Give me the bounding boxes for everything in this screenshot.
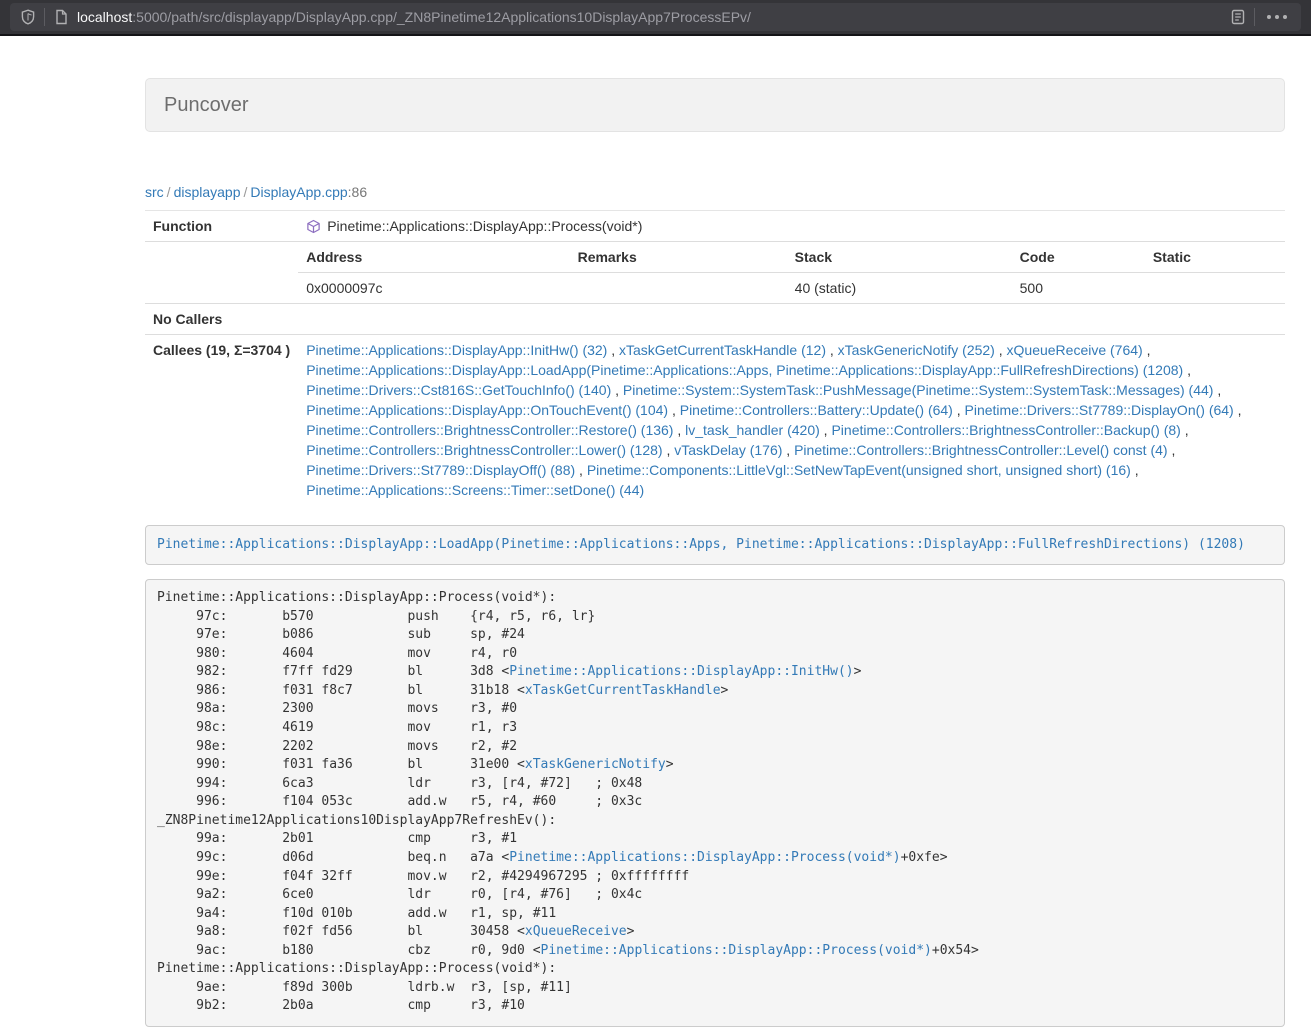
callee-link[interactable]: lv_task_handler (420) [685, 422, 820, 438]
page-container: Puncover src/displayapp/DisplayApp.cpp:8… [145, 78, 1285, 1027]
callee-link[interactable]: Pinetime::Controllers::BrightnessControl… [306, 422, 673, 438]
callee-separator: , [826, 342, 838, 358]
reader-mode-icon[interactable] [1230, 9, 1246, 25]
asm-symbol-link[interactable]: xTaskGetCurrentTaskHandle [525, 683, 721, 698]
loadapp-symbol-link[interactable]: Pinetime::Applications::DisplayApp::Load… [157, 537, 1245, 552]
col-header-address: Address [298, 242, 569, 273]
stack-value: 40 (static) [787, 273, 1012, 304]
breadcrumb-separator: / [164, 184, 174, 200]
callee-separator: , [663, 442, 675, 458]
callee-separator: , [1143, 342, 1151, 358]
callee-link[interactable]: Pinetime::Drivers::Cst816S::GetTouchInfo… [306, 382, 611, 398]
page-title: Puncover [164, 92, 1266, 118]
url-path: :5000/path/src/displayapp/DisplayApp.cpp… [132, 9, 751, 25]
metrics-header-row: Address Remarks Stack Code Static [298, 242, 1285, 273]
function-info-table: Function Pinetime::Applications::Display… [145, 211, 1285, 505]
url-input[interactable]: localhost:5000/path/src/displayapp/Displ… [77, 9, 1222, 25]
no-callers-label: No Callers [145, 304, 298, 335]
callee-separator: , [820, 422, 832, 438]
callee-link[interactable]: vTaskDelay (176) [674, 442, 782, 458]
page-actions-divider [1254, 8, 1255, 26]
urlbar-divider [44, 8, 45, 26]
asm-symbol-link[interactable]: Pinetime::Applications::DisplayApp::Init… [509, 664, 853, 679]
callee-link[interactable]: xQueueReceive (764) [1007, 342, 1143, 358]
col-header-static: Static [1145, 242, 1285, 273]
callee-separator: , [995, 342, 1007, 358]
breadcrumb: src/displayapp/DisplayApp.cpp:86 [145, 182, 1285, 202]
breadcrumb-separator: / [241, 184, 251, 200]
more-menu-icon[interactable] [1263, 15, 1291, 19]
breadcrumb-link-src[interactable]: src [145, 184, 164, 200]
breadcrumb-link-file[interactable]: DisplayApp.cpp [250, 184, 347, 200]
callee-link[interactable]: Pinetime::Components::LittleVgl::SetNewT… [587, 462, 1131, 478]
callee-link[interactable]: Pinetime::Drivers::St7789::DisplayOff() … [306, 462, 575, 478]
callee-separator: , [607, 342, 619, 358]
asm-symbol-link[interactable]: Pinetime::Applications::DisplayApp::Proc… [509, 850, 900, 865]
metrics-value-row: 0x0000097c 40 (static) 500 [298, 273, 1285, 304]
shield-icon[interactable] [20, 9, 36, 25]
callee-separator: , [673, 422, 685, 438]
callee-link[interactable]: xTaskGetCurrentTaskHandle (12) [619, 342, 826, 358]
callee-link[interactable]: Pinetime::Controllers::BrightnessControl… [794, 442, 1167, 458]
callee-separator: , [782, 442, 794, 458]
callee-separator: , [1131, 462, 1139, 478]
callee-separator: , [611, 382, 623, 398]
remarks-value [570, 273, 787, 304]
callee-link[interactable]: Pinetime::Applications::Screens::Timer::… [306, 482, 644, 498]
breadcrumb-line-number: :86 [348, 184, 367, 200]
callee-link[interactable]: Pinetime::Applications::DisplayApp::Init… [306, 342, 607, 358]
app-header-panel: Puncover [145, 78, 1285, 132]
page-icon[interactable] [53, 9, 69, 25]
highlighted-symbol-snippet: Pinetime::Applications::DisplayApp::Load… [145, 525, 1285, 565]
callees-label: Callees (19, Σ=3704 ) [145, 335, 298, 506]
callee-link[interactable]: Pinetime::Controllers::BrightnessControl… [306, 442, 662, 458]
callee-link[interactable]: Pinetime::Drivers::St7789::DisplayOn() (… [965, 402, 1234, 418]
asm-symbol-link[interactable]: xQueueReceive [525, 924, 627, 939]
callee-separator: , [575, 462, 587, 478]
callee-link[interactable]: xTaskGenericNotify (252) [838, 342, 995, 358]
callee-separator: , [1234, 402, 1242, 418]
static-value [1145, 273, 1285, 304]
callee-separator: , [953, 402, 965, 418]
callee-separator: , [1213, 382, 1221, 398]
disassembly-block: Pinetime::Applications::DisplayApp::Proc… [145, 579, 1285, 1027]
browser-toolbar: localhost:5000/path/src/displayapp/Displ… [0, 0, 1311, 36]
table-row-metrics: Address Remarks Stack Code Static 0x0000… [145, 242, 1285, 304]
table-row-callers: No Callers [145, 304, 1285, 335]
col-header-remarks: Remarks [570, 242, 787, 273]
symbol-cube-icon [306, 219, 321, 234]
callee-link[interactable]: Pinetime::Applications::DisplayApp::Load… [306, 362, 1183, 378]
callee-separator: , [668, 402, 680, 418]
url-bar[interactable]: localhost:5000/path/src/displayapp/Displ… [10, 3, 1301, 31]
code-size-value: 500 [1012, 273, 1145, 304]
callee-link[interactable]: Pinetime::Controllers::BrightnessControl… [831, 422, 1180, 438]
callee-separator: , [1181, 422, 1189, 438]
callee-link[interactable]: Pinetime::Controllers::Battery::Update()… [680, 402, 953, 418]
callee-link[interactable]: Pinetime::System::SystemTask::PushMessag… [623, 382, 1214, 398]
callee-separator: , [1168, 442, 1176, 458]
table-row-function: Function Pinetime::Applications::Display… [145, 211, 1285, 242]
callee-link[interactable]: Pinetime::Applications::DisplayApp::OnTo… [306, 402, 668, 418]
address-value: 0x0000097c [298, 273, 569, 304]
metrics-table: Address Remarks Stack Code Static 0x0000… [298, 242, 1285, 303]
function-row-label: Function [145, 211, 298, 242]
url-host: localhost [77, 9, 132, 25]
breadcrumb-link-displayapp[interactable]: displayapp [174, 184, 241, 200]
asm-symbol-link[interactable]: Pinetime::Applications::DisplayApp::Proc… [541, 943, 932, 958]
col-header-stack: Stack [787, 242, 1012, 273]
function-name: Pinetime::Applications::DisplayApp::Proc… [327, 216, 642, 236]
callee-separator: , [1183, 362, 1191, 378]
callees-list: Pinetime::Applications::DisplayApp::Init… [306, 340, 1277, 500]
table-row-callees: Callees (19, Σ=3704 ) Pinetime::Applicat… [145, 335, 1285, 506]
asm-symbol-link[interactable]: xTaskGenericNotify [525, 757, 666, 772]
col-header-code: Code [1012, 242, 1145, 273]
